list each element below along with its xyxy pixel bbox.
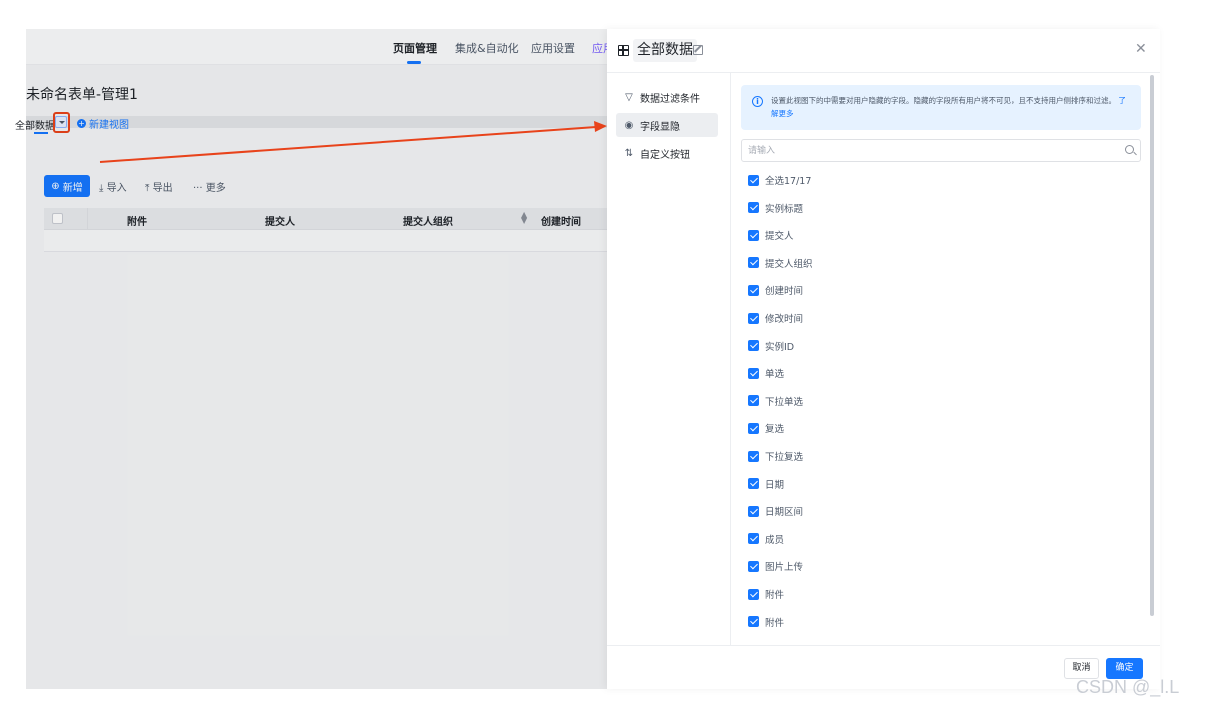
side-item-label: 数据过滤条件 [640,93,700,105]
field-label: 实例标题 [765,203,804,215]
checkbox-checked-icon[interactable] [748,560,759,572]
field-label: 日期区间 [765,507,804,519]
checkbox-checked-icon[interactable] [748,450,759,462]
checkbox-checked-icon[interactable] [748,340,759,352]
scrollbar[interactable] [1150,75,1154,616]
drawer-title[interactable]: 全部数据 [633,39,697,62]
checkbox-checked-icon[interactable] [748,505,759,517]
info-icon: i [752,96,763,107]
checkbox-checked-icon[interactable] [748,616,759,628]
modal-overlay[interactable] [26,29,607,689]
checkbox-checked-icon[interactable] [748,257,759,269]
field-checkbox-row[interactable]: 复选 [748,420,784,436]
field-search [741,139,1141,162]
field-checkbox-row[interactable]: 附件 [748,614,784,630]
checkbox-checked-icon[interactable] [748,174,759,186]
filter-icon: ▽ [625,91,633,103]
field-label: 提交人组织 [765,258,813,270]
checkbox-checked-icon[interactable] [748,588,759,600]
field-label: 单选 [765,369,785,381]
field-label: 修改时间 [765,314,804,325]
field-label: 创建时间 [765,286,804,298]
cancel-button[interactable]: 取消 [1064,658,1099,679]
field-checkbox-row[interactable]: 下拉复选 [748,448,803,464]
side-item-label: 字段显隐 [640,121,680,133]
field-label: 附件 [765,590,785,601]
field-label: 提交人 [765,231,794,243]
checkbox-checked-icon[interactable] [748,202,759,214]
checkbox-checked-icon[interactable] [748,312,759,324]
side-item-label: 自定义按钮 [640,149,690,161]
checkbox-checked-icon[interactable] [748,395,759,407]
field-label: 全选17/17 [765,176,812,187]
field-checkbox-row[interactable]: 单选 [748,365,784,381]
field-checkbox-row[interactable]: 提交人 [748,227,794,243]
drawer-sidebar: ▽ 数据过滤条件 ◉ 字段显隐 ⇅ 自定义按钮 [607,73,731,645]
field-checkbox-row[interactable]: 提交人组织 [748,255,813,271]
field-label: 复选 [765,424,785,436]
field-label: 附件 [765,617,785,629]
checkbox-checked-icon[interactable] [748,533,759,545]
checkbox-checked-icon[interactable] [748,422,759,434]
close-icon[interactable]: ✕ [1135,41,1147,57]
field-label: 下拉复选 [765,452,804,463]
edit-icon[interactable] [693,45,703,55]
side-item-field-visibility[interactable]: ◉ 字段显隐 [616,113,718,137]
select-all-checkbox-row[interactable]: 全选17/17 [748,172,811,188]
checkbox-checked-icon[interactable] [748,229,759,241]
field-checkbox-row[interactable]: 成员 [748,531,784,547]
checkbox-checked-icon[interactable] [748,284,759,296]
field-checkbox-row[interactable]: 下拉单选 [748,393,803,409]
checkbox-checked-icon[interactable] [748,367,759,379]
side-item-filter[interactable]: ▽ 数据过滤条件 [616,85,718,109]
field-label: 日期 [765,479,785,491]
field-checkbox-row[interactable]: 图片上传 [748,558,803,574]
view-settings-drawer: 全部数据 ✕ ▽ 数据过滤条件 ◉ 字段显隐 ⇅ 自定义按钮 i 设置此视图下的… [607,29,1160,689]
field-checkbox-row[interactable]: 实例ID [748,338,794,354]
search-icon[interactable] [1125,145,1134,154]
field-checkbox-row[interactable]: 创建时间 [748,282,803,298]
field-label: 下拉单选 [765,396,804,408]
field-checkbox-row[interactable]: 日期区间 [748,503,803,519]
field-checkbox-row[interactable]: 附件 [748,586,784,602]
table-grid-icon [618,45,629,56]
confirm-button[interactable]: 确定 [1106,658,1143,679]
sort-icon: ⇅ [624,147,634,159]
drawer-header: 全部数据 ✕ [607,29,1160,73]
watermark: CSDN @_l.L [1076,677,1180,697]
field-label: 成员 [765,534,785,546]
info-text: 设置此视图下的中需要对用户隐藏的字段。隐藏的字段所有用户将不可见，且不支持用户侧… [771,94,1131,120]
search-input[interactable] [748,144,1108,158]
field-checkbox-row[interactable]: 实例标题 [748,200,803,216]
info-banner: i 设置此视图下的中需要对用户隐藏的字段。隐藏的字段所有用户将不可见，且不支持用… [741,85,1141,130]
checkbox-checked-icon[interactable] [748,478,759,490]
field-label: 图片上传 [765,562,804,574]
drawer-body: i 设置此视图下的中需要对用户隐藏的字段。隐藏的字段所有用户将不可见，且不支持用… [731,73,1160,645]
field-checkbox-row[interactable]: 日期 [748,476,784,492]
field-checkbox-row[interactable]: 修改时间 [748,310,803,326]
info-message: 设置此视图下的中需要对用户隐藏的字段。隐藏的字段所有用户将不可见，且不支持用户侧… [771,96,1116,105]
side-item-custom-buttons[interactable]: ⇅ 自定义按钮 [616,141,718,165]
eye-icon: ◉ [624,119,634,131]
field-label: 实例ID [765,341,795,353]
